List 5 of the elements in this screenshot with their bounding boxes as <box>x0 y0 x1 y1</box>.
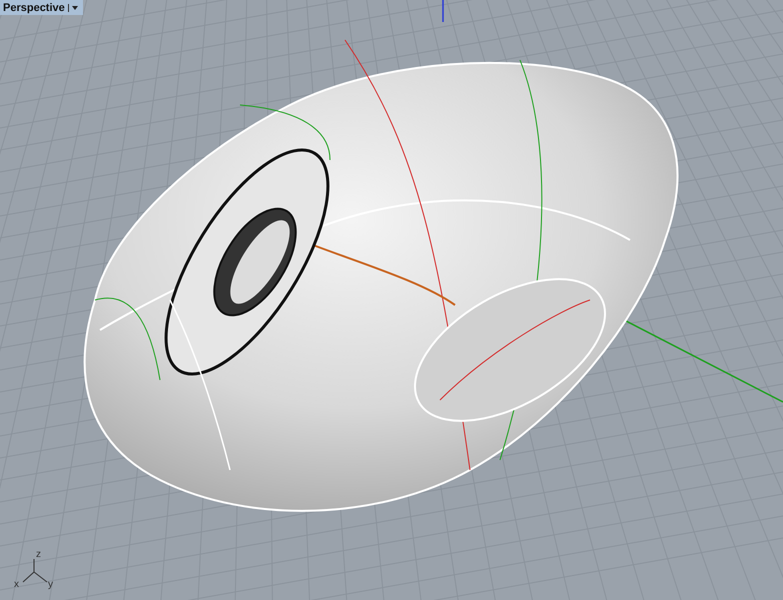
axis-icon <box>20 558 50 584</box>
axis-label: y <box>48 580 53 590</box>
axis-label: x <box>14 580 19 590</box>
axis-label: z <box>36 550 41 560</box>
caret-icon[interactable] <box>68 4 79 12</box>
